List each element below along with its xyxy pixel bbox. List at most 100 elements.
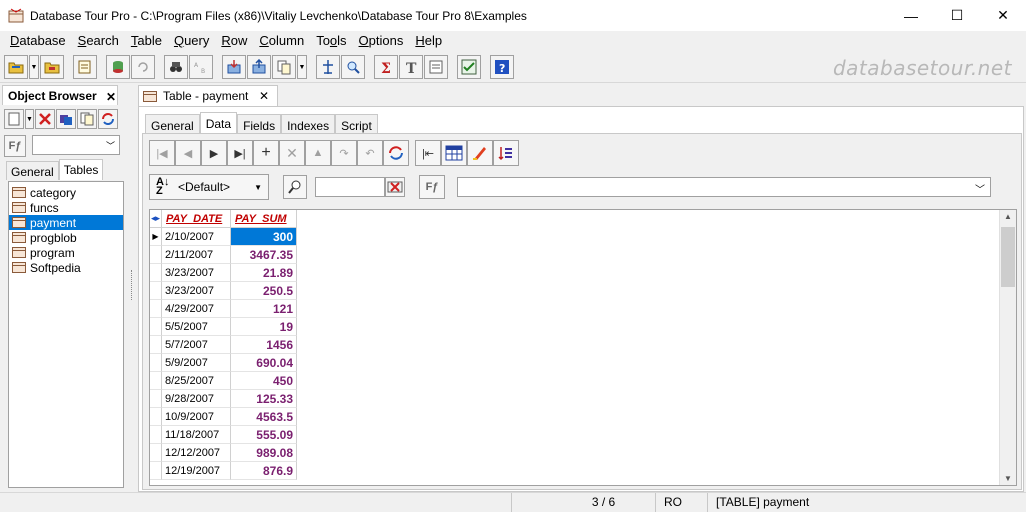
cell-pay-sum[interactable]: 21.89	[231, 264, 297, 282]
copy-object-button[interactable]	[77, 109, 97, 129]
cell-pay-sum[interactable]: 3467.35	[231, 246, 297, 264]
menu-item[interactable]: Query	[168, 31, 215, 51]
row-indicator[interactable]	[150, 390, 162, 408]
table-row[interactable]: 3/23/2007 21.89	[150, 264, 297, 282]
row-indicator[interactable]	[150, 282, 162, 300]
table-row[interactable]: 5/7/2007 1456	[150, 336, 297, 354]
table-list-item[interactable]: category	[9, 185, 123, 200]
cell-pay-sum[interactable]: 300	[231, 228, 297, 246]
report-button[interactable]	[424, 55, 448, 79]
cell-pay-date[interactable]: 5/7/2007	[162, 336, 231, 354]
tab-data[interactable]: Data	[199, 112, 238, 133]
open-database-button[interactable]	[4, 55, 28, 79]
menu-item[interactable]: Tools	[310, 31, 352, 51]
row-indicator[interactable]	[150, 246, 162, 264]
delete-record-button[interactable]: ✕	[279, 140, 305, 166]
menu-item[interactable]: Column	[253, 31, 310, 51]
cell-pay-date[interactable]: 12/19/2007	[162, 462, 231, 480]
find-record-button[interactable]	[283, 175, 307, 199]
table-row[interactable]: 10/9/2007 4563.5	[150, 408, 297, 426]
menu-item[interactable]: Table	[125, 31, 168, 51]
new-object-dropdown[interactable]: ▼	[25, 109, 34, 129]
structure-button[interactable]	[316, 55, 340, 79]
table-row[interactable]: 9/28/2007 125.33	[150, 390, 297, 408]
cell-pay-sum[interactable]: 876.9	[231, 462, 297, 480]
find-button[interactable]	[164, 55, 188, 79]
cell-pay-sum[interactable]: 250.5	[231, 282, 297, 300]
table-row[interactable]: 3/23/2007 250.5	[150, 282, 297, 300]
tab-tables[interactable]: Tables	[58, 159, 104, 180]
cell-pay-date[interactable]: 10/9/2007	[162, 408, 231, 426]
column-order-button[interactable]	[493, 140, 519, 166]
filter-fx-button[interactable]: Fƒ	[419, 175, 445, 199]
cell-pay-date[interactable]: 5/5/2007	[162, 318, 231, 336]
table-list-item[interactable]: Softpedia	[9, 260, 123, 275]
search-records-button[interactable]	[341, 55, 365, 79]
cell-pay-date[interactable]: 11/18/2007	[162, 426, 231, 444]
scrollbar-thumb[interactable]	[1001, 227, 1015, 287]
export-button[interactable]	[247, 55, 271, 79]
next-record-button[interactable]: ▶	[201, 140, 227, 166]
clear-search-button[interactable]	[385, 177, 405, 197]
table-row[interactable]: ▶ 2/10/2007 300	[150, 228, 297, 246]
first-record-button[interactable]: |◀	[149, 140, 175, 166]
refresh-database-button[interactable]	[106, 55, 130, 79]
text-button[interactable]: T	[399, 55, 423, 79]
row-indicator[interactable]	[150, 264, 162, 282]
cell-pay-date[interactable]: 4/29/2007	[162, 300, 231, 318]
row-indicator[interactable]	[150, 426, 162, 444]
table-row[interactable]: 5/9/2007 690.04	[150, 354, 297, 372]
row-indicator[interactable]	[150, 300, 162, 318]
cell-pay-sum[interactable]: 4563.5	[231, 408, 297, 426]
grid-view-button[interactable]	[441, 140, 467, 166]
refresh-data-button[interactable]	[383, 140, 409, 166]
object-browser-close-icon[interactable]: ✕	[106, 90, 116, 104]
filter-combo[interactable]: ﹀	[457, 177, 991, 197]
cell-pay-sum[interactable]: 450	[231, 372, 297, 390]
cell-pay-date[interactable]: 3/23/2007	[162, 282, 231, 300]
tab-general[interactable]: General	[6, 161, 59, 180]
menu-item[interactable]: Help	[409, 31, 448, 51]
minimize-button[interactable]: —	[888, 0, 934, 31]
copy-button[interactable]	[272, 55, 296, 79]
cell-pay-sum[interactable]: 690.04	[231, 354, 297, 372]
cancel-edit-button[interactable]: ↶	[357, 140, 383, 166]
import-button[interactable]	[222, 55, 246, 79]
tab-script[interactable]: Script	[335, 114, 378, 133]
table-row[interactable]: 12/19/2007 876.9	[150, 462, 297, 480]
close-tab-icon[interactable]: ✕	[259, 89, 269, 103]
column-header-pay-date[interactable]: PAY_DATE	[162, 210, 231, 228]
table-list-item[interactable]: progblob	[9, 230, 123, 245]
cell-pay-sum[interactable]: 989.08	[231, 444, 297, 462]
highlight-button[interactable]	[467, 140, 493, 166]
row-indicator-header[interactable]: ◂▸	[150, 210, 162, 228]
table-list-item[interactable]: funcs	[9, 200, 123, 215]
insert-record-button[interactable]: +	[253, 140, 279, 166]
scroll-down-icon[interactable]: ▼	[1004, 474, 1012, 483]
open-database-dropdown[interactable]: ▼	[29, 55, 39, 79]
column-header-pay-sum[interactable]: PAY_SUM	[231, 210, 297, 228]
edit-button[interactable]	[73, 55, 97, 79]
row-indicator[interactable]	[150, 336, 162, 354]
row-indicator[interactable]: ▶	[150, 228, 162, 246]
vertical-scrollbar[interactable]: ▲ ▼	[999, 210, 1016, 485]
maximize-button[interactable]: ☐	[934, 0, 980, 31]
copy-dropdown[interactable]: ▼	[297, 55, 307, 79]
replace-button[interactable]: AB	[189, 55, 213, 79]
cell-pay-date[interactable]: 5/9/2007	[162, 354, 231, 372]
cell-pay-sum[interactable]: 125.33	[231, 390, 297, 408]
scroll-up-icon[interactable]: ▲	[1004, 212, 1012, 221]
object-filter-combo[interactable]: ﹀	[32, 135, 120, 155]
close-button[interactable]: ✕	[980, 0, 1026, 31]
menu-item[interactable]: Search	[72, 31, 125, 51]
quick-search-input[interactable]	[315, 177, 385, 197]
cell-pay-sum[interactable]: 1456	[231, 336, 297, 354]
post-record-button[interactable]: ↷	[331, 140, 357, 166]
tab-fields[interactable]: Fields	[237, 114, 282, 133]
tab-indexes[interactable]: Indexes	[281, 114, 336, 133]
table-row[interactable]: 12/12/2007 989.08	[150, 444, 297, 462]
row-indicator[interactable]	[150, 408, 162, 426]
edit-record-button[interactable]: ▲	[305, 140, 331, 166]
table-list-item[interactable]: payment	[9, 215, 123, 230]
cell-pay-date[interactable]: 2/10/2007	[162, 228, 231, 246]
